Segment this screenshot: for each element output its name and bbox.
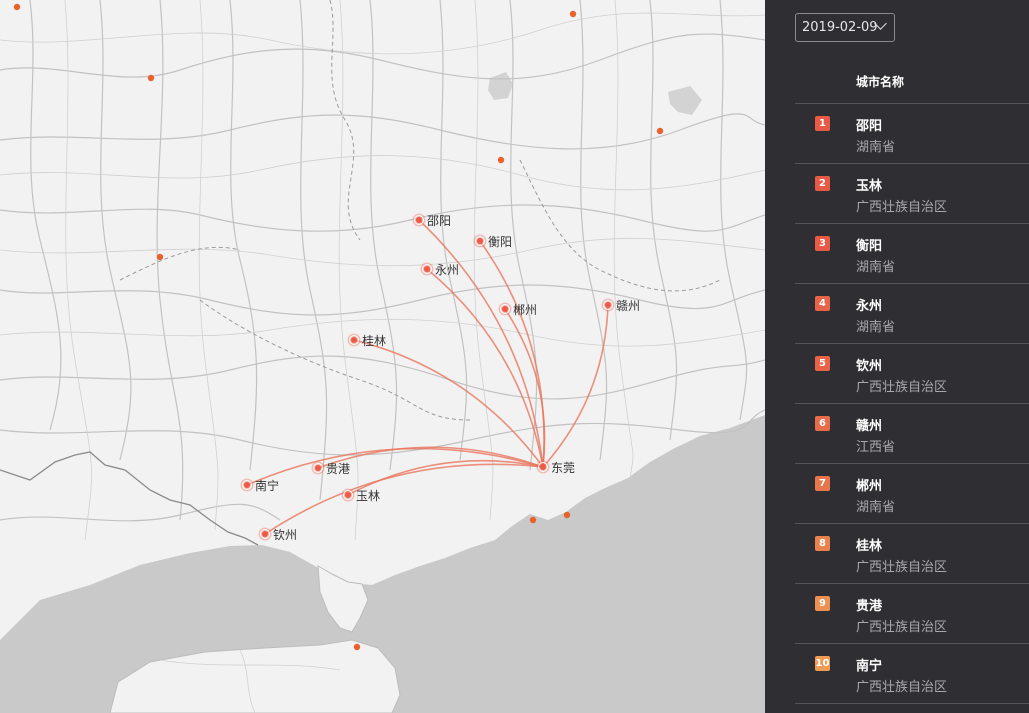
rank-badge: 2 [815,176,830,191]
city-name: 南宁 [856,659,883,674]
city-label: 玉林 [356,489,380,503]
city-label: 衡阳 [488,235,512,249]
city-label: 贵港 [326,462,350,476]
flow-line [264,463,544,535]
road-network [0,0,765,522]
list-item[interactable]: 5 钦州 广西壮族自治区 [795,344,1029,404]
city-label: 东莞 [551,461,575,475]
city-name: 衡阳 [856,239,883,254]
city-marker[interactable]: 衡阳 [473,234,513,250]
province-name: 广西壮族自治区 [856,680,948,695]
list-item[interactable]: 1 邵阳 湖南省 [795,104,1029,164]
national-border [0,451,259,546]
list-item[interactable]: 8 桂林 广西壮族自治区 [795,524,1029,584]
city-label: 南宁 [255,478,279,493]
marker-dot [315,465,321,471]
list-item[interactable]: 4 永州 湖南省 [795,284,1029,344]
city-marker[interactable]: 东莞 [536,460,576,476]
city-name: 玉林 [856,179,883,194]
city-marker[interactable]: 桂林 [347,333,387,348]
column-header: 城市名称 [856,75,905,89]
rank-badge: 1 [815,116,830,131]
rank-badge: 3 [815,236,830,251]
ranking-panel: 2019-02-09 城市名称 1 邵阳 湖南省 2 玉林 广西壮族自治区 3 … [765,0,1029,713]
city-marker[interactable]: 贵港 [311,461,351,477]
rank-badge: 4 [815,296,830,311]
rank-badge: 9 [815,596,830,611]
origin-city-markers[interactable]: 东莞 邵阳衡阳永州郴州 赣州桂林贵港南宁玉林钦州 [240,213,641,543]
city-name: 永州 [856,299,883,314]
marker-dot [262,531,268,537]
list-item[interactable]: 7 郴州 湖南省 [795,464,1029,524]
marker-dot [424,266,430,272]
province-name: 广西壮族自治区 [856,200,948,215]
lake [668,86,702,115]
city-label: 永州 [435,263,459,277]
city-ranking-list: 1 邵阳 湖南省 2 玉林 广西壮族自治区 3 衡阳 湖南省 4 永州 湖南省 … [795,103,1029,704]
city-marker[interactable]: 永州 [420,262,460,278]
marker-dot [244,482,250,488]
city-marker[interactable]: 南宁 [240,478,280,493]
city-marker[interactable]: 赣州 [601,298,641,314]
city-marker[interactable]: 邵阳 [412,213,452,229]
date-select[interactable]: 2019-02-09 [795,13,895,42]
city-label: 桂林 [362,333,386,348]
lake [488,72,513,100]
city-label: 郴州 [513,303,537,317]
city-label: 赣州 [616,299,640,313]
province-name: 广西壮族自治区 [856,380,948,395]
migration-map[interactable]: 东莞 邵阳衡阳永州郴州 赣州桂林贵港南宁玉林钦州 [0,0,765,713]
city-name: 桂林 [856,539,883,554]
province-name: 广西壮族自治区 [856,560,948,575]
list-item[interactable]: 6 赣州 江西省 [795,404,1029,464]
marker-dot [502,306,508,312]
province-name: 湖南省 [856,320,896,335]
marker-dot [345,492,351,498]
city-name: 钦州 [856,359,883,374]
city-marker[interactable]: 玉林 [341,488,381,504]
city-name: 郴州 [856,479,883,494]
list-item[interactable]: 3 衡阳 湖南省 [795,224,1029,284]
map-canvas[interactable]: 东莞 邵阳衡阳永州郴州 赣州桂林贵港南宁玉林钦州 [0,0,765,713]
marker-dot [477,238,483,244]
marker-dot [351,337,357,343]
province-name: 湖南省 [856,140,896,155]
city-marker[interactable]: 郴州 [498,302,538,318]
flow-line [542,304,609,468]
rank-badge: 6 [815,416,830,431]
province-name: 江西省 [856,440,896,455]
admin-borders [119,0,721,421]
marker-dot [605,302,611,308]
city-name: 邵阳 [856,119,883,134]
province-name: 湖南省 [856,500,896,515]
rank-badge: 8 [815,536,830,551]
date-select-value: 2019-02-09 [802,20,878,35]
list-item[interactable]: 2 玉林 广西壮族自治区 [795,164,1029,224]
marker-dot [540,464,546,470]
rank-badge: 10 [815,656,830,671]
city-label: 钦州 [273,528,297,542]
rank-badge: 5 [815,356,830,371]
city-name: 赣州 [856,419,883,434]
province-name: 广西壮族自治区 [856,620,948,635]
marker-dot [416,217,422,223]
city-name: 贵港 [856,599,883,614]
list-item[interactable]: 10 南宁 广西壮族自治区 [795,644,1029,704]
province-name: 湖南省 [856,260,896,275]
rank-badge: 7 [815,476,830,491]
list-item[interactable]: 9 贵港 广西壮族自治区 [795,584,1029,644]
city-label: 邵阳 [427,214,451,228]
city-marker[interactable]: 钦州 [258,527,298,543]
